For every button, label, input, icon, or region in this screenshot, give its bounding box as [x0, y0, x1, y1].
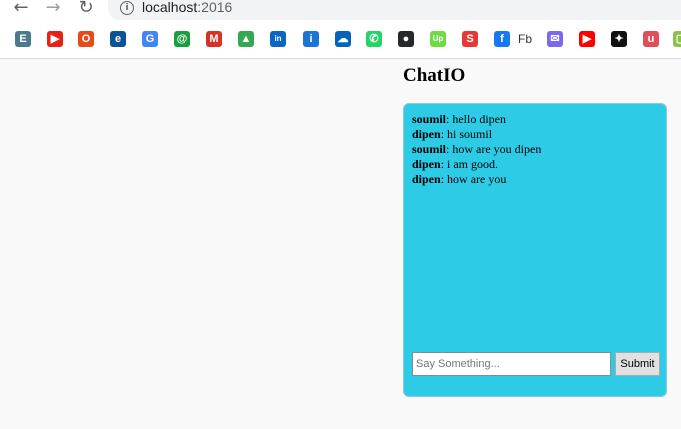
back-arrow-icon[interactable]: ←: [10, 0, 32, 20]
message-username: dipen: [412, 157, 441, 171]
linkedin-bookmark-icon[interactable]: in: [270, 31, 286, 47]
message-text: : hi soumil: [440, 127, 493, 141]
udemy-bookmark-icon[interactable]: u: [643, 31, 659, 47]
message-username: dipen: [412, 127, 441, 141]
github-bookmark-icon[interactable]: ●: [398, 31, 414, 47]
chat-panel: soumil: hello dipen dipen: hi soumil soumi…: [403, 103, 667, 397]
chat-message: soumil: how are you dipen: [412, 142, 660, 157]
onedrive-bookmark-icon[interactable]: ☁: [335, 31, 351, 47]
submit-button[interactable]: Submit: [615, 352, 660, 376]
address-bar[interactable]: i localhost:2016: [108, 0, 681, 20]
youtube-bookmark-icon[interactable]: ▶: [579, 31, 595, 47]
chat-message: soumil: hello dipen: [412, 112, 660, 127]
e-bookmark-icon[interactable]: E: [15, 31, 31, 47]
info-icon[interactable]: i: [120, 1, 134, 15]
upwork-bookmark-icon[interactable]: Up: [430, 31, 446, 47]
url-host: localhost: [142, 0, 198, 15]
bookmarks-bar: Fb E ▶ OeG @ M ▲ in i ☁ ✆ ● Up Sf ✉ ▶ ✦ u ▢: [0, 29, 681, 51]
reload-icon[interactable]: ↻: [75, 0, 97, 20]
browser-navbar: ← → ↻ i localhost:2016: [0, 0, 681, 20]
chat-message: dipen: hi soumil: [412, 127, 660, 142]
message-username: soumil: [412, 112, 447, 126]
message-username: soumil: [412, 142, 447, 156]
message-text: : how are you: [440, 172, 507, 186]
info-bookmark-icon[interactable]: i: [303, 31, 319, 47]
mail-bookmark-icon[interactable]: ✉: [547, 31, 563, 47]
message-text: : hello dipen: [446, 112, 507, 126]
browser-chrome: ← → ↻ i localhost:2016 Fb E ▶ Oe G @ M ▲ in i ☁ ✆ ●…: [0, 0, 681, 59]
message-list: soumil: hello dipen dipen: hi soumil soumi…: [412, 112, 660, 187]
chat-message: dipen: how are you: [412, 172, 660, 187]
message-text: : how are you dipen: [446, 142, 542, 156]
url-text[interactable]: localhost:2016: [142, 0, 232, 15]
star-bookmark-icon[interactable]: ✦: [611, 31, 627, 47]
fb-bookmark-label[interactable]: Fb: [518, 32, 532, 46]
office-bookmark-icon[interactable]: O: [78, 31, 94, 47]
google-bookmark-icon[interactable]: G: [142, 31, 158, 47]
drive-bookmark-icon[interactable]: ▲: [238, 31, 254, 47]
message-username: dipen: [412, 172, 441, 186]
facebook-bookmark-icon[interactable]: f: [494, 31, 510, 47]
gmail-bookmark-icon[interactable]: M: [206, 31, 222, 47]
whatsapp-bookmark-icon[interactable]: ✆: [366, 31, 382, 47]
url-port: :2016: [197, 0, 233, 15]
chat-message: dipen: i am good.: [412, 157, 660, 172]
blue-circle-bookmark-icon[interactable]: e: [110, 31, 126, 47]
green-bookmark-icon[interactable]: ▢: [673, 31, 681, 47]
page-title: ChatIO: [403, 65, 466, 86]
message-input[interactable]: [412, 352, 611, 376]
forward-arrow-icon[interactable]: →: [42, 0, 64, 20]
red-s-bookmark-icon[interactable]: S: [462, 31, 478, 47]
red-play-bookmark-icon[interactable]: ▶: [47, 31, 63, 47]
green-swirl-bookmark-icon[interactable]: @: [174, 31, 190, 47]
message-text: : i am good.: [440, 157, 499, 171]
